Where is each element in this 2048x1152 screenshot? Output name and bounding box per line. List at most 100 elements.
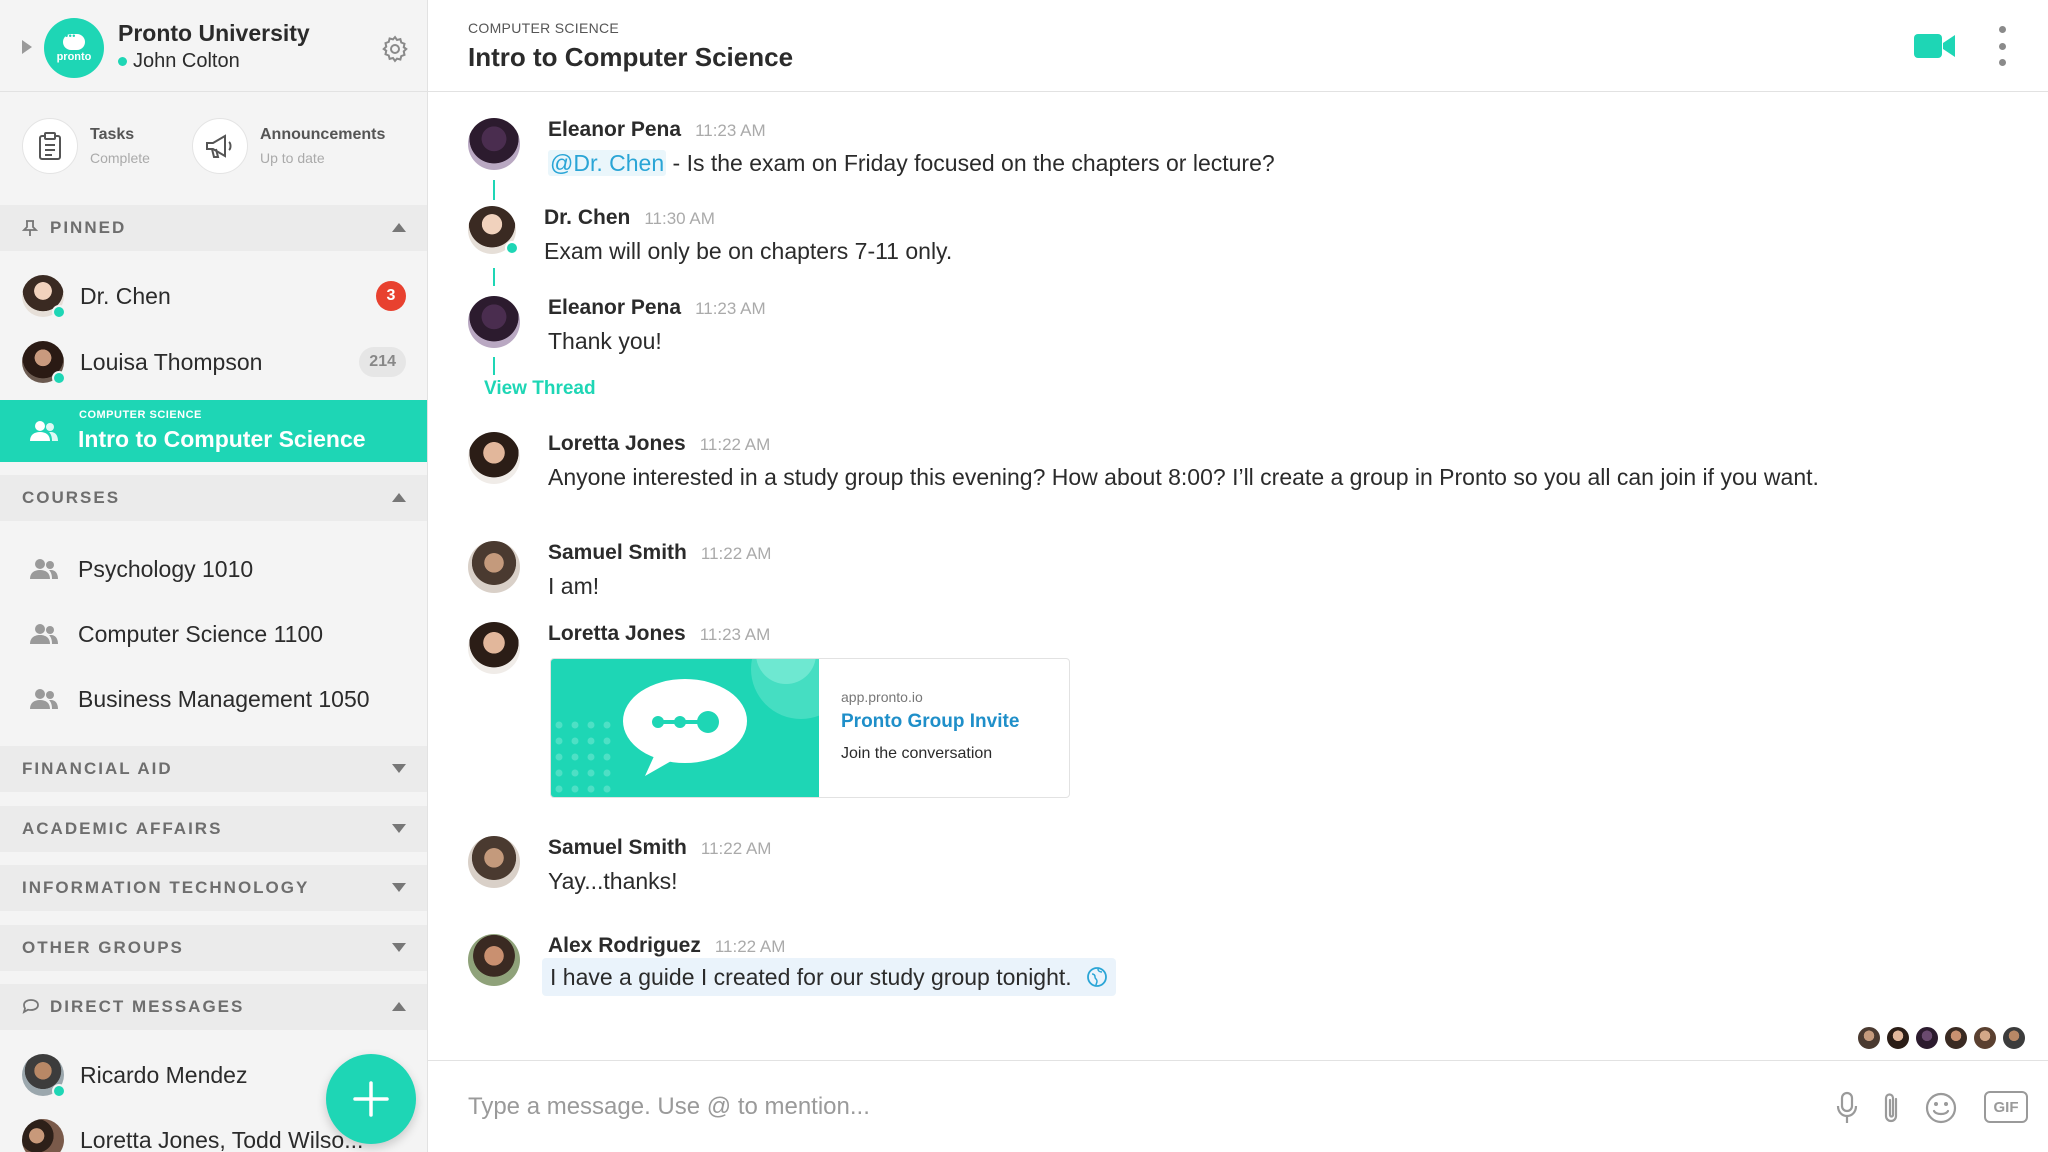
section-other-groups[interactable]: OTHER GROUPS	[0, 925, 427, 971]
video-call-icon[interactable]	[1914, 32, 1956, 60]
avatar[interactable]	[468, 432, 520, 484]
message-time: 11:22 AM	[699, 435, 771, 454]
section-academic-affairs[interactable]: ACADEMIC AFFAIRS	[0, 806, 427, 852]
globe-icon[interactable]	[1086, 966, 1108, 988]
collapse-arrow-icon[interactable]	[22, 40, 32, 54]
active-channel-category: COMPUTER SCIENCE	[79, 409, 202, 421]
message-author[interactable]: Loretta Jones	[548, 432, 686, 456]
message-author[interactable]: Loretta Jones	[548, 622, 686, 646]
section-courses[interactable]: COURSES	[0, 475, 427, 521]
more-options-icon[interactable]	[1994, 26, 2010, 66]
thread-line	[493, 357, 495, 375]
active-channel-name: Intro to Computer Science	[78, 426, 366, 452]
section-information-technology-label: INFORMATION TECHNOLOGY	[22, 878, 310, 897]
emoji-icon[interactable]	[1924, 1091, 1958, 1125]
mention-link[interactable]: @Dr. Chen	[548, 150, 667, 176]
group-icon	[30, 559, 58, 579]
avatar[interactable]	[468, 836, 520, 888]
message-text: I am!	[548, 573, 600, 599]
chat-bubble-icon	[22, 998, 40, 1016]
avatar	[22, 341, 66, 385]
pinned-name: Louisa Thompson	[80, 348, 263, 375]
message-header: Loretta Jones 11:23 AM	[548, 622, 770, 646]
course-item[interactable]: Business Management 1050	[0, 669, 427, 729]
attachment-icon[interactable]	[1882, 1091, 1902, 1125]
message-author[interactable]: Samuel Smith	[548, 836, 687, 860]
avatar	[1886, 1026, 1910, 1050]
chat-panel: COMPUTER SCIENCE Intro to Computer Scien…	[428, 0, 2048, 1152]
message-author[interactable]: Dr. Chen	[544, 206, 630, 230]
tasks-item[interactable]: Tasks Complete	[22, 118, 150, 174]
link-preview-card[interactable]: app.pronto.io Pronto Group Invite Join t…	[550, 658, 1070, 798]
message-time: 11:22 AM	[700, 544, 772, 563]
section-information-technology[interactable]: INFORMATION TECHNOLOGY	[0, 865, 427, 911]
microphone-icon[interactable]	[1836, 1091, 1858, 1125]
read-receipts[interactable]	[1852, 1026, 2026, 1050]
section-direct-messages[interactable]: DIRECT MESSAGES	[0, 984, 427, 1030]
sidebar-header: pronto Pronto University John Colton	[0, 0, 427, 92]
plus-icon	[353, 1081, 389, 1117]
view-thread-link[interactable]: View Thread	[484, 378, 596, 400]
active-channel-item[interactable]: COMPUTER SCIENCE Intro to Computer Scien…	[0, 400, 427, 462]
sidebar: pronto Pronto University John Colton Tas…	[0, 0, 428, 1152]
message-input[interactable]	[468, 1087, 1768, 1127]
message-author[interactable]: Eleanor Pena	[548, 296, 681, 320]
announcements-title: Announcements	[260, 126, 386, 143]
message-text: Yay...thanks!	[548, 868, 678, 894]
avatar	[22, 1054, 66, 1098]
expand-caret-icon[interactable]	[392, 824, 406, 833]
avatar[interactable]	[468, 934, 520, 986]
expand-caret-icon[interactable]	[392, 764, 406, 773]
gear-icon[interactable]	[380, 34, 410, 64]
message-header: Alex Rodriguez 11:22 AM	[548, 934, 785, 958]
avatar[interactable]	[468, 541, 520, 593]
avatar[interactable]	[468, 296, 520, 348]
avatar[interactable]	[468, 622, 520, 674]
message-author[interactable]: Samuel Smith	[548, 541, 687, 565]
message-text: Exam will only be on chapters 7-11 only.	[544, 238, 953, 264]
megaphone-icon	[192, 118, 248, 174]
expand-caret-icon[interactable]	[392, 943, 406, 952]
course-item[interactable]: Computer Science 1100	[0, 604, 427, 664]
message-time: 11:23 AM	[695, 299, 766, 318]
pinned-item-louisa-thompson[interactable]: Louisa Thompson 214	[0, 330, 427, 394]
message-header: Samuel Smith 11:22 AM	[548, 541, 771, 565]
new-message-button[interactable]	[326, 1054, 416, 1144]
message-text: @Dr. Chen - Is the exam on Friday focuse…	[548, 150, 1275, 177]
message-time: 11:22 AM	[700, 839, 772, 858]
collapse-caret-icon[interactable]	[392, 1002, 406, 1011]
expand-caret-icon[interactable]	[392, 883, 406, 892]
unread-count-badge: 214	[359, 347, 406, 377]
announcements-item[interactable]: Announcements Up to date	[192, 118, 385, 174]
avatar	[22, 275, 66, 319]
user-status[interactable]: John Colton	[118, 50, 240, 73]
section-courses-label: COURSES	[22, 488, 121, 507]
pinned-item-dr-chen[interactable]: Dr. Chen 3	[0, 264, 427, 328]
section-financial-aid[interactable]: FINANCIAL AID	[0, 746, 427, 792]
message-author[interactable]: Eleanor Pena	[548, 118, 681, 142]
message-author[interactable]: Alex Rodriguez	[548, 934, 701, 958]
section-pinned[interactable]: PINNED	[0, 205, 427, 251]
section-academic-affairs-label: ACADEMIC AFFAIRS	[22, 819, 223, 838]
online-status-icon	[52, 305, 66, 319]
org-name[interactable]: Pronto University	[118, 20, 310, 47]
avatar	[1915, 1026, 1939, 1050]
highlighted-message: I have a guide I created for our study g…	[542, 958, 1117, 996]
collapse-caret-icon[interactable]	[392, 223, 406, 232]
online-status-icon	[118, 57, 127, 66]
avatar[interactable]	[468, 206, 519, 255]
link-domain: app.pronto.io	[841, 689, 923, 705]
avatar[interactable]	[468, 118, 520, 170]
message-time: 11:30 AM	[644, 209, 715, 228]
message-body: - Is the exam on Friday focused on the c…	[666, 150, 1275, 176]
thread-line	[493, 180, 495, 200]
collapse-caret-icon[interactable]	[392, 493, 406, 502]
gif-button[interactable]: GIF	[1984, 1091, 2028, 1123]
course-item[interactable]: Psychology 1010	[0, 539, 427, 599]
channel-category: COMPUTER SCIENCE	[468, 20, 620, 36]
message-header: Eleanor Pena 11:23 AM	[548, 118, 766, 142]
link-title[interactable]: Pronto Group Invite	[841, 711, 1019, 733]
message-header: Eleanor Pena 11:23 AM	[548, 296, 766, 320]
user-name: John Colton	[133, 50, 240, 72]
avatar	[2002, 1026, 2026, 1050]
